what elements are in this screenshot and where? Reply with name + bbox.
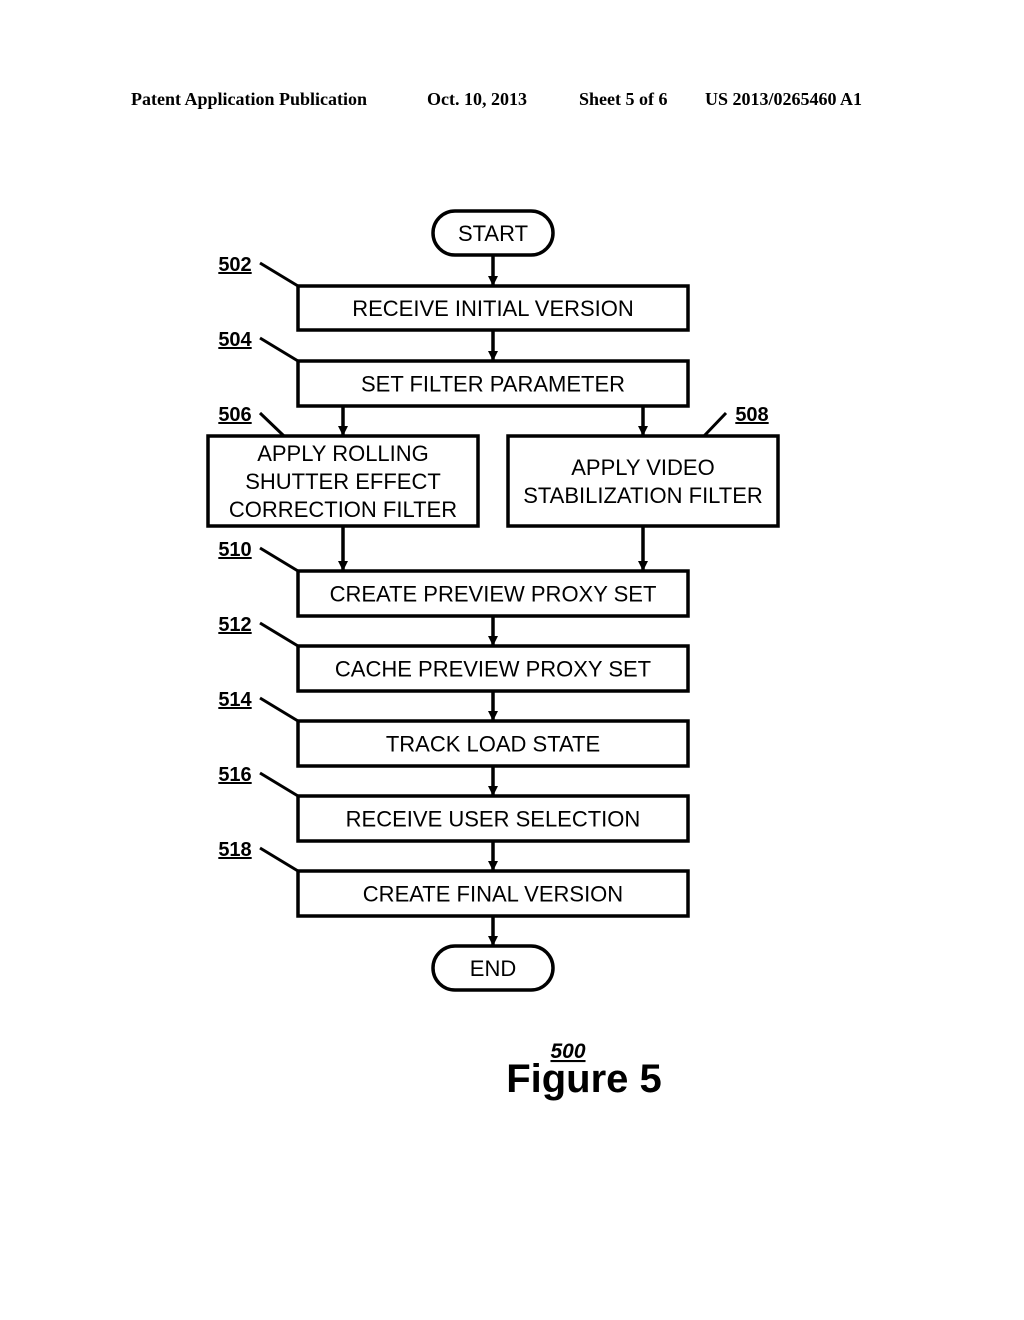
leader-line-508 xyxy=(702,411,728,438)
step-label-506: SHUTTER EFFECT xyxy=(245,469,441,494)
step-label-506: CORRECTION FILTER xyxy=(229,497,457,522)
step-label-510: CREATE PREVIEW PROXY SET xyxy=(330,582,657,607)
leader-line-512 xyxy=(259,621,299,648)
reference-numeral-502: 502 xyxy=(218,254,251,276)
step-label-502: RECEIVE INITIAL VERSION xyxy=(352,296,634,321)
reference-numeral-512: 512 xyxy=(218,614,251,636)
reference-numeral-504: 504 xyxy=(218,329,252,351)
leader-line-518 xyxy=(259,846,299,873)
step-label-508: APPLY VIDEO xyxy=(571,455,714,480)
figure-title: Figure 5 xyxy=(506,1057,662,1101)
leader-line-502 xyxy=(259,261,299,288)
step-label-506: APPLY ROLLING xyxy=(257,441,429,466)
reference-numeral-506: 506 xyxy=(218,404,251,426)
leader-line-506 xyxy=(258,411,286,438)
leader-line-516 xyxy=(259,771,299,798)
leader-line-510 xyxy=(259,546,299,573)
end-terminal-label: END xyxy=(470,956,516,981)
step-label-504: SET FILTER PARAMETER xyxy=(361,372,625,397)
reference-numeral-510: 510 xyxy=(218,539,251,561)
step-label-514: TRACK LOAD STATE xyxy=(386,732,600,757)
reference-numeral-514: 514 xyxy=(218,689,252,711)
start-terminal-label: START xyxy=(458,221,528,246)
reference-numeral-508: 508 xyxy=(735,404,768,426)
flowchart-diagram: START END RECEIVE INITIAL VERSION 502 SET FI… xyxy=(206,209,780,1101)
leader-line-514 xyxy=(259,696,299,723)
step-label-508: STABILIZATION FILTER xyxy=(523,483,763,508)
step-label-516: RECEIVE USER SELECTION xyxy=(346,807,641,832)
step-label-512: CACHE PREVIEW PROXY SET xyxy=(335,657,651,682)
leader-line-504 xyxy=(259,336,299,363)
step-box-508 xyxy=(506,434,780,528)
reference-numeral-516: 516 xyxy=(218,764,251,786)
reference-numeral-518: 518 xyxy=(218,839,251,861)
step-label-518: CREATE FINAL VERSION xyxy=(363,882,623,907)
